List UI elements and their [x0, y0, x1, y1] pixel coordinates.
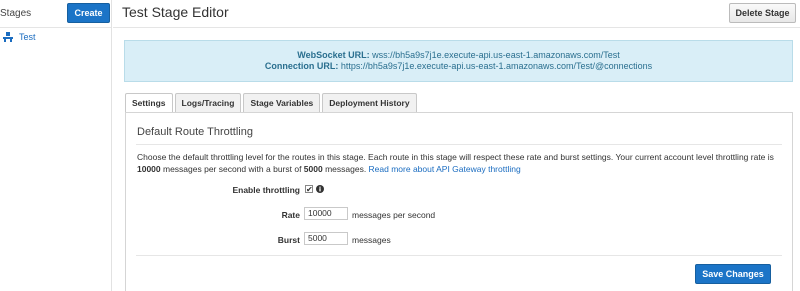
sidebar: Stages Create Test [0, 0, 112, 291]
connection-url-line: Connection URL: https://bh5a9s7j1e.execu… [125, 61, 792, 72]
tab-settings[interactable]: Settings [125, 93, 173, 113]
websocket-url-line: WebSocket URL: wss://bh5a9s7j1e.execute-… [125, 50, 792, 61]
save-changes-button[interactable]: Save Changes [695, 264, 771, 284]
desc-text-1: Choose the default throttling level for … [137, 152, 774, 162]
stage-icon [3, 32, 13, 42]
enable-throttling-label: Enable throttling [232, 185, 300, 195]
sidebar-item-label: Test [19, 32, 36, 42]
desc-text-3: messages. [322, 164, 369, 174]
connection-url-value: https://bh5a9s7j1e.execute-api.us-east-1… [340, 61, 653, 71]
websocket-url-value: wss://bh5a9s7j1e.execute-api.us-east-1.a… [372, 50, 620, 60]
sidebar-item-test[interactable]: Test [3, 30, 36, 44]
stage-url-info-box: WebSocket URL: wss://bh5a9s7j1e.execute-… [124, 40, 793, 82]
tab-stage-variables[interactable]: Stage Variables [243, 93, 321, 112]
settings-panel: Default Route Throttling Choose the defa… [125, 112, 793, 291]
desc-burst: 5000 [303, 164, 323, 174]
tab-deployment-history[interactable]: Deployment History [322, 93, 417, 112]
section-divider [136, 144, 782, 145]
connection-url-label: Connection URL: [264, 61, 339, 71]
burst-label: Burst [277, 235, 300, 245]
burst-input[interactable]: 5000 [304, 232, 348, 245]
info-icon[interactable] [316, 185, 324, 193]
create-button[interactable]: Create [67, 3, 110, 23]
throttling-docs-link[interactable]: Read more about API Gateway throttling [369, 164, 521, 174]
burst-unit: messages [352, 235, 391, 245]
main-content: Test Stage Editor Delete Stage WebSocket… [113, 0, 800, 291]
sidebar-title: Stages [0, 8, 32, 19]
page-title: Test Stage Editor [122, 4, 229, 20]
desc-text-2: messages per second with a burst of [160, 164, 304, 174]
stage-tabs: Settings Logs/Tracing Stage Variables De… [125, 93, 419, 113]
rate-input[interactable]: 10000 [304, 207, 348, 220]
sidebar-header: Stages Create [0, 0, 111, 28]
throttling-description: Choose the default throttling level for … [137, 151, 782, 175]
websocket-url-label: WebSocket URL: [297, 50, 370, 60]
header-divider [113, 27, 800, 28]
desc-rate: 10000 [137, 164, 161, 174]
rate-unit: messages per second [352, 210, 436, 220]
tab-logs-tracing[interactable]: Logs/Tracing [174, 93, 242, 112]
section-title: Default Route Throttling [137, 126, 253, 138]
delete-stage-button[interactable]: Delete Stage [729, 3, 796, 23]
enable-throttling-checkbox[interactable]: ✔ [305, 185, 313, 194]
rate-label: Rate [281, 210, 300, 220]
footer-divider [136, 255, 782, 256]
